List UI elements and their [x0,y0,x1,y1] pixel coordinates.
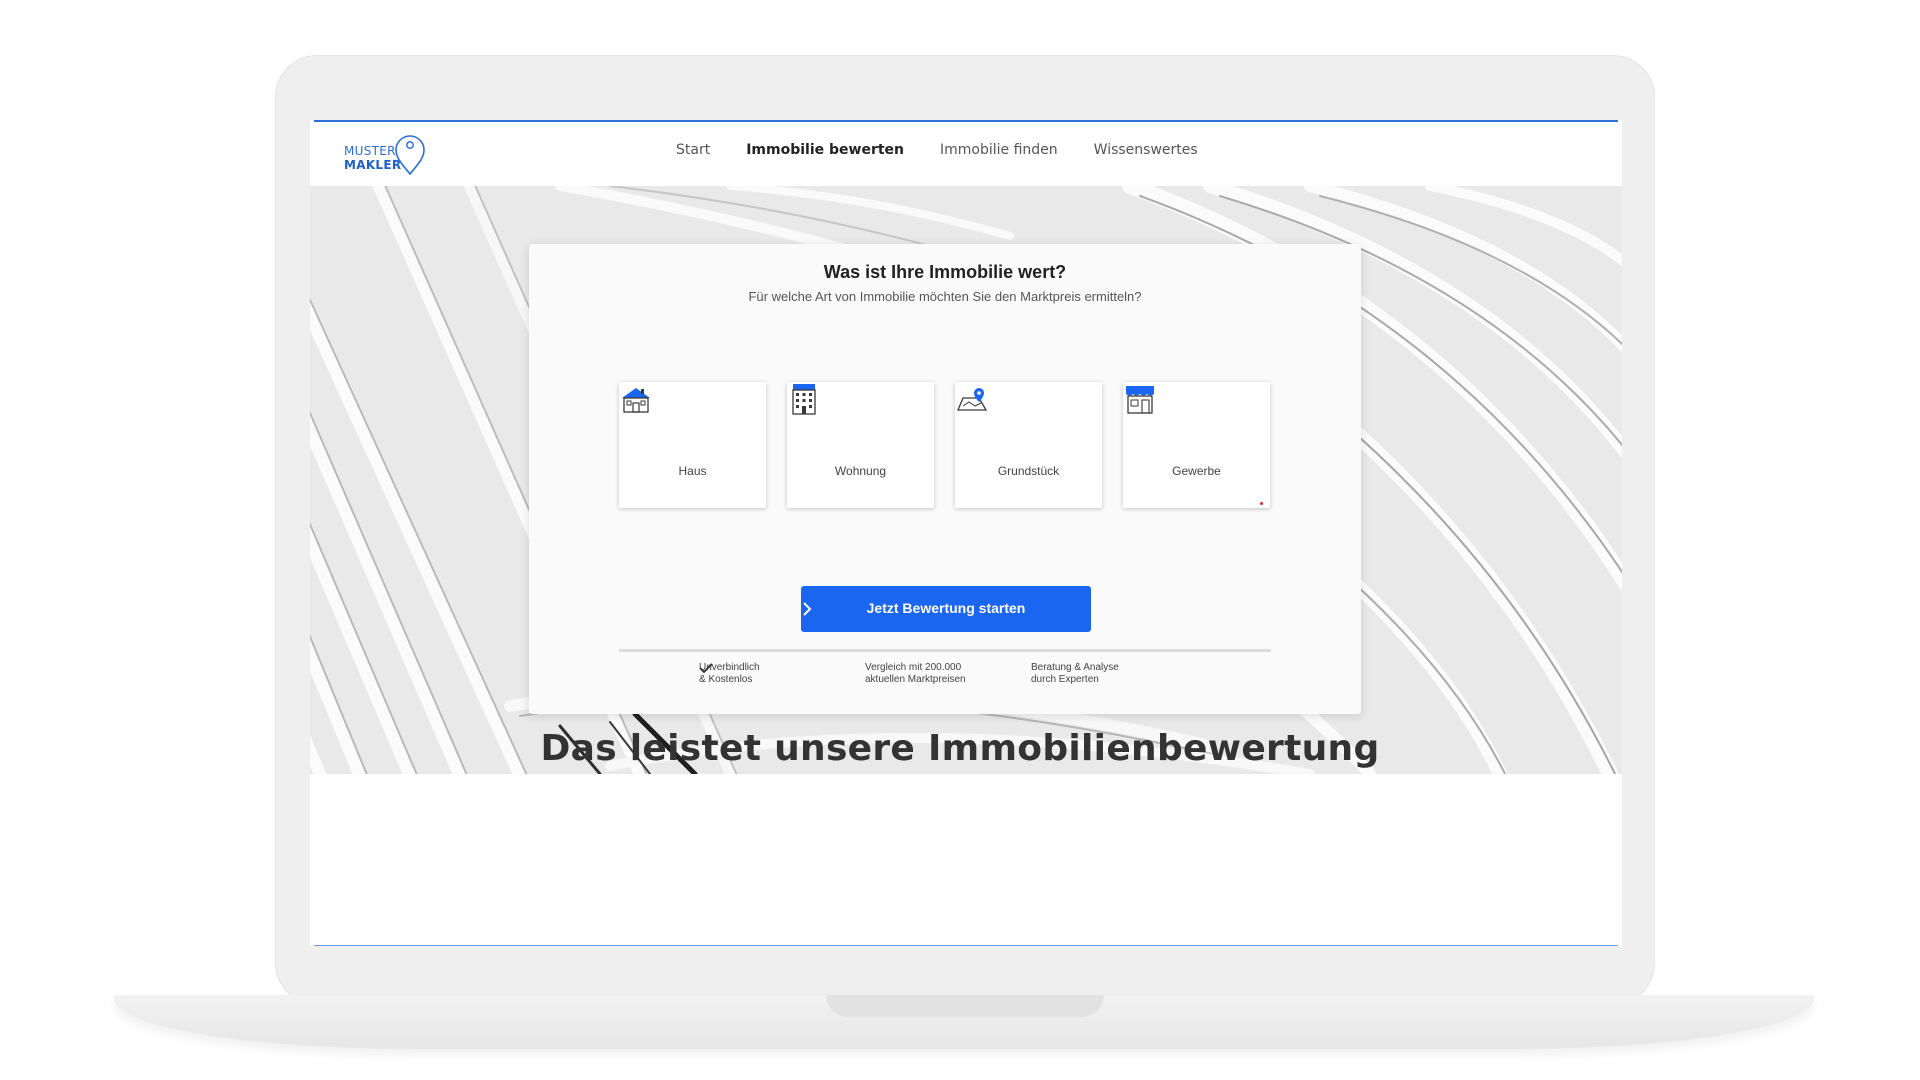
benefit-line2: & Kostenlos [699,674,753,685]
option-label: Grundstück [997,464,1060,478]
benefit-text: Vergleich mit 200.000 aktuellen Marktpre… [865,662,966,686]
benefit-line2: durch Experten [1031,674,1099,685]
indicator-dot [1260,502,1263,505]
house-icon [622,388,650,413]
start-valuation-label: Jetzt Bewertung starten [866,600,1026,616]
nav-link-start[interactable]: Start [676,142,710,158]
logo-text-line1: MUSTER [344,144,396,158]
card-divider [619,649,1271,652]
benefit-item: Vergleich mit 200.000 aktuellen Marktpre… [699,662,995,686]
property-option-haus[interactable]: Haus [619,382,766,508]
brand-logo[interactable]: MUSTER MAKLER [342,134,432,178]
checkmark-icon [699,663,713,674]
valuation-subtitle: Für welche Art von Immobilie möchten Sie… [748,289,1142,304]
nav-link-wissenswertes[interactable]: Wissenswertes [1094,142,1198,158]
hero-section: Was ist Ihre Immobilie wert? Für welche … [310,186,1622,774]
option-label: Gewerbe [1172,464,1221,478]
benefit-line2: aktuellen Marktpreisen [865,674,966,685]
benefits-list: Unverbindlich & Kostenlos Vergleich mit … [699,662,1161,686]
land-plot-icon [957,388,988,411]
benefit-text: Beratung & Analyse durch Experten [1031,662,1119,686]
property-option-wohnung[interactable]: Wohnung [787,382,934,508]
start-valuation-button[interactable]: Jetzt Bewertung starten [801,586,1091,632]
apartment-building-icon [792,384,816,415]
chevron-right-icon [803,602,812,616]
option-label: Wohnung [834,464,887,478]
valuation-card: Was ist Ihre Immobilie wert? Für welche … [529,244,1361,714]
option-label: Haus [678,464,707,478]
top-navigation: MUSTER MAKLER Start Immobilie bewerten I… [310,122,1622,184]
nav-menu: Start Immobilie bewerten Immobilie finde… [676,142,1198,158]
nav-link-immobilie-bewerten[interactable]: Immobilie bewerten [746,142,904,158]
storefront-icon [1126,386,1154,414]
screen-bottom-line [314,945,1618,946]
property-option-grundstueck[interactable]: Grundstück [955,382,1102,508]
valuation-title: Was ist Ihre Immobilie wert? [823,262,1067,282]
map-pin-icon [395,135,425,176]
benefit-item: Beratung & Analyse durch Experten [699,662,1161,686]
benefit-item: Unverbindlich & Kostenlos [699,662,829,686]
section-heading: Das leistet unsere Immobilienbewertung [540,728,1380,769]
laptop-screen: MUSTER MAKLER Start Immobilie bewerten I… [310,120,1622,946]
property-option-gewerbe[interactable]: Gewerbe [1123,382,1270,508]
benefit-line1: Beratung & Analyse [1031,662,1119,673]
laptop-notch [826,995,1104,1017]
benefit-line1: Vergleich mit 200.000 [865,662,962,673]
nav-link-immobilie-finden[interactable]: Immobilie finden [940,142,1058,158]
property-type-options: Haus Wohnung Grundstück Gewerbe [619,382,1270,508]
